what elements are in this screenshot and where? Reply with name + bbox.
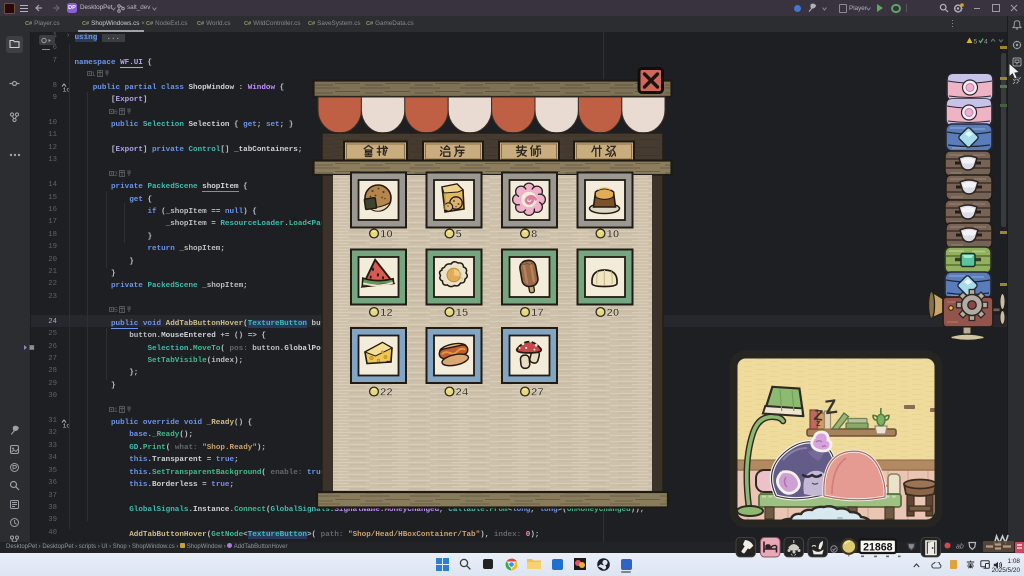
svg-text:17: 17	[531, 307, 544, 319]
svg-text:22: 22	[380, 387, 393, 399]
svg-text:8: 8	[531, 229, 537, 241]
svg-text:z: z	[816, 418, 821, 428]
svg-text:27: 27	[531, 387, 544, 399]
svg-text:12: 12	[380, 307, 393, 319]
svg-text:5: 5	[456, 229, 463, 241]
svg-text:4: 4	[984, 38, 988, 45]
svg-text:15: 15	[456, 307, 469, 319]
svg-text:20: 20	[607, 307, 620, 319]
svg-text:ab: ab	[956, 544, 964, 551]
svg-text:21868: 21868	[863, 541, 893, 553]
svg-text:10: 10	[607, 229, 620, 241]
svg-text:10: 10	[380, 229, 393, 241]
svg-text:24: 24	[456, 387, 469, 399]
svg-text:5: 5	[974, 38, 978, 45]
